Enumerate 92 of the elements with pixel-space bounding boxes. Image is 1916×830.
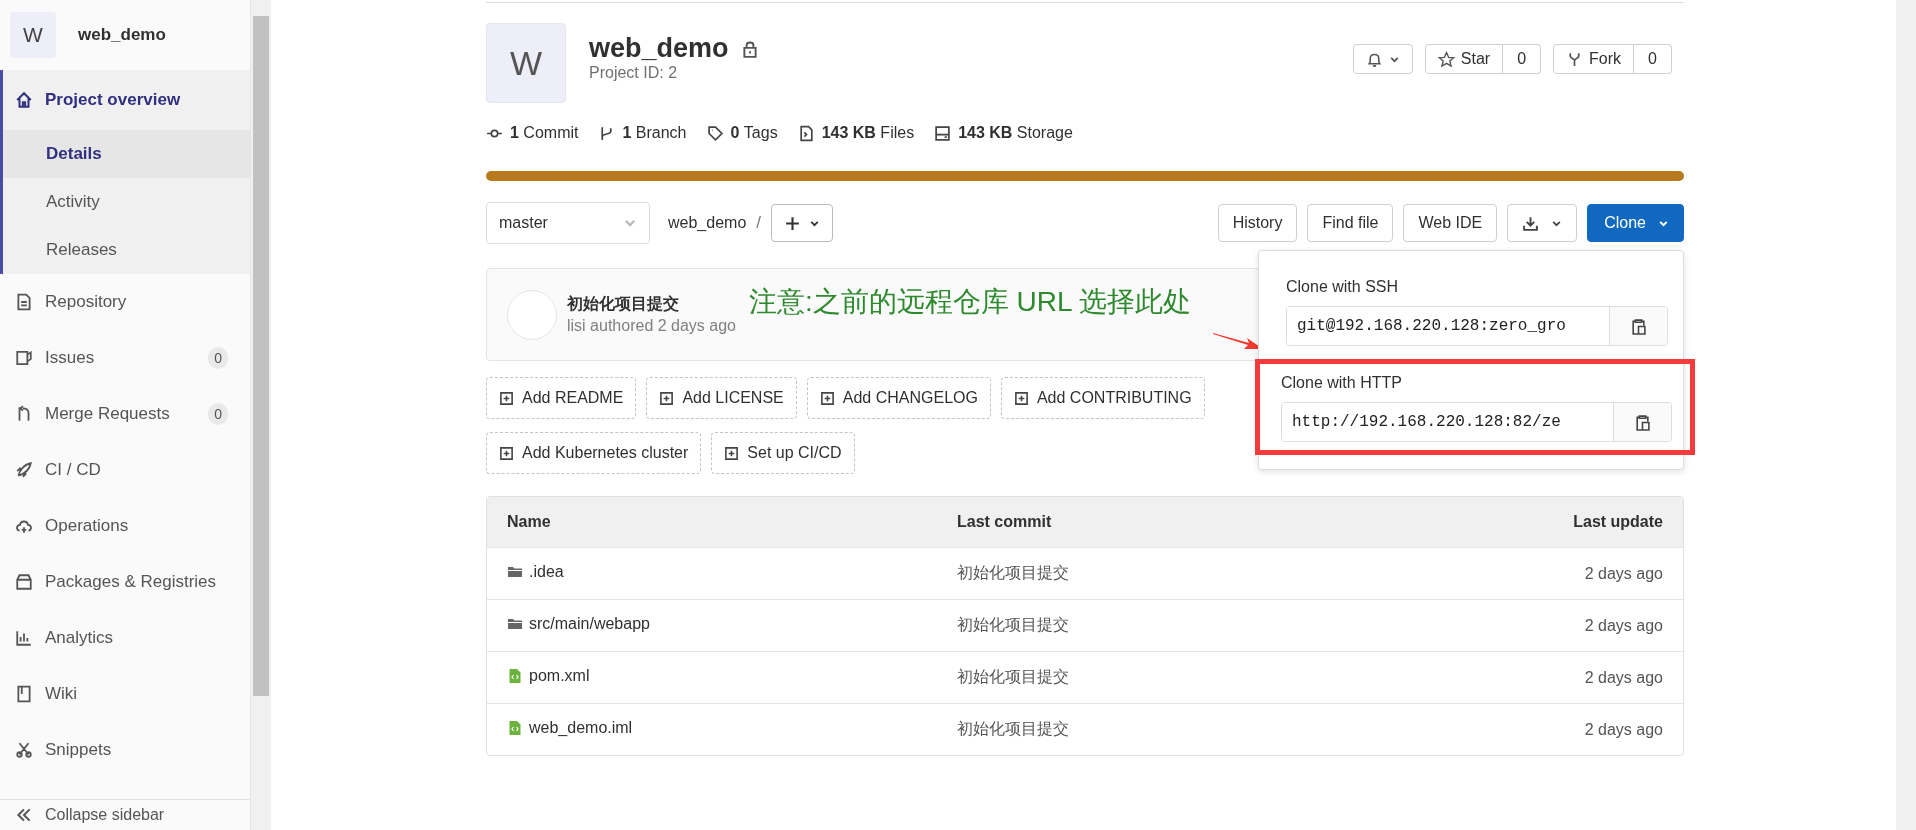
stat-link[interactable]: 1 Commit: [486, 124, 579, 142]
sidebar-item[interactable]: Project overview: [3, 70, 250, 130]
project-name[interactable]: web_demo: [78, 25, 166, 45]
notification-button[interactable]: [1352, 44, 1413, 74]
clipboard-icon: [1634, 413, 1651, 431]
toolbar-button[interactable]: History: [1217, 204, 1298, 242]
clone-button[interactable]: Clone: [1587, 204, 1684, 242]
clipboard-icon: [1630, 317, 1647, 335]
column-header: Name: [507, 513, 552, 531]
last-update-time: 2 days ago: [1584, 564, 1663, 582]
count-badge: 0: [208, 403, 228, 425]
sidebar-item[interactable]: Analytics: [0, 610, 250, 666]
toolbar-button[interactable]: Web IDE: [1403, 204, 1498, 242]
sidebar-item[interactable]: CI / CD: [0, 442, 250, 498]
commit-message-link[interactable]: 初始化项目提交: [957, 616, 1069, 633]
stat-link[interactable]: 143 KB Files: [797, 124, 915, 142]
add-file-button[interactable]: Add Kubernetes cluster: [486, 432, 702, 474]
scissors-icon: [15, 741, 33, 759]
add-file-button[interactable]: Add CHANGELOG: [806, 377, 991, 419]
sidebar-item[interactable]: Packages & Registries: [0, 554, 250, 610]
file-name-link[interactable]: pom.xml: [507, 667, 590, 685]
stat-link[interactable]: 143 KB Storage: [934, 124, 1073, 142]
add-dropdown-button[interactable]: [771, 204, 833, 242]
add-file-button[interactable]: Add README: [486, 377, 637, 419]
commit-message-link[interactable]: 初始化项目提交: [957, 720, 1069, 737]
issue-icon: [15, 349, 33, 367]
file-name-link[interactable]: .idea: [507, 563, 564, 581]
project-avatar: W: [486, 23, 566, 103]
last-update-time: 2 days ago: [1584, 720, 1663, 738]
sidebar-item[interactable]: Wiki: [0, 666, 250, 722]
path-separator: /: [756, 213, 761, 233]
fork-count[interactable]: 0: [1634, 44, 1672, 74]
sidebar-item[interactable]: Merge Requests 0: [0, 386, 250, 442]
sidebar-subitem[interactable]: Details: [3, 130, 250, 178]
sidebar-item[interactable]: Issues 0: [0, 330, 250, 386]
file-name-link[interactable]: web_demo.iml: [507, 719, 633, 737]
clone-url-field[interactable]: http://192.168.220.128:82/ze: [1281, 402, 1672, 442]
column-header: Last commit: [957, 513, 1053, 531]
scrollbar[interactable]: [251, 0, 271, 830]
code-file-icon: [507, 668, 523, 684]
count-badge: 0: [208, 347, 228, 369]
clone-label: Clone with SSH: [1286, 278, 1400, 296]
double-chevron-icon: [15, 806, 33, 824]
fork-button[interactable]: Fork: [1553, 44, 1635, 74]
toolbar-button[interactable]: Find file: [1307, 204, 1394, 242]
column-header: Last update: [1572, 513, 1663, 531]
breadcrumb-link[interactable]: web_demo: [668, 214, 747, 232]
star-icon: [1437, 50, 1455, 68]
commit-message-link[interactable]: 初始化项目提交: [957, 564, 1069, 581]
add-file-button[interactable]: Set up CI/CD: [711, 432, 855, 474]
add-file-button[interactable]: Add CONTRIBUTING: [1000, 377, 1205, 419]
last-update-time: 2 days ago: [1584, 616, 1663, 634]
plus-icon: [784, 214, 801, 232]
commit-title[interactable]: 初始化项目提交: [567, 294, 736, 315]
tag-icon: [706, 124, 724, 142]
code-file-icon: [507, 720, 523, 736]
add-file-button[interactable]: Add LICENSE: [646, 377, 797, 419]
sidebar-item[interactable]: Operations: [0, 498, 250, 554]
star-count[interactable]: 0: [1503, 44, 1542, 74]
copy-button[interactable]: [1613, 403, 1671, 441]
annotation-text: 注意:之前的远程仓库 URL 选择此处: [749, 285, 1192, 319]
star-button[interactable]: Star: [1424, 44, 1504, 74]
download-button[interactable]: [1507, 204, 1578, 242]
sidebar-item[interactable]: Repository: [0, 274, 250, 330]
folder-icon: [507, 564, 523, 580]
rocket-icon: [15, 461, 33, 479]
package-icon: [15, 573, 33, 591]
document-icon: [15, 293, 33, 311]
commit-meta: lisi authored 2 days ago: [567, 317, 736, 335]
sidebar-item[interactable]: Snippets: [0, 722, 250, 778]
sidebar-subitem[interactable]: Releases: [3, 226, 250, 274]
project-title: web_demo: [589, 33, 729, 64]
avatar: [507, 289, 557, 340]
collapse-sidebar-link[interactable]: Collapse sidebar: [0, 799, 250, 830]
home-icon: [15, 91, 33, 109]
chart-icon: [15, 629, 33, 647]
last-update-time: 2 days ago: [1584, 668, 1663, 686]
download-icon: [1522, 214, 1540, 232]
stat-link[interactable]: 0 Tags: [706, 124, 778, 142]
commit-message-link[interactable]: 初始化项目提交: [957, 668, 1069, 685]
project-avatar: W: [10, 12, 56, 58]
sidebar-subitem[interactable]: Activity: [3, 178, 250, 226]
file-icon: [797, 124, 815, 142]
clone-label: Clone with HTTP: [1281, 374, 1403, 392]
file-name-link[interactable]: src/main/webapp: [507, 615, 650, 633]
folder-icon: [507, 616, 523, 632]
clone-url-field[interactable]: git@192.168.220.128:zero_gro: [1286, 306, 1668, 346]
copy-button[interactable]: [1609, 307, 1667, 345]
project-id: Project ID: 2: [589, 64, 679, 82]
book-icon: [15, 685, 33, 703]
branch-dropdown[interactable]: master: [486, 202, 650, 244]
stat-link[interactable]: 1 Branch: [598, 124, 687, 142]
